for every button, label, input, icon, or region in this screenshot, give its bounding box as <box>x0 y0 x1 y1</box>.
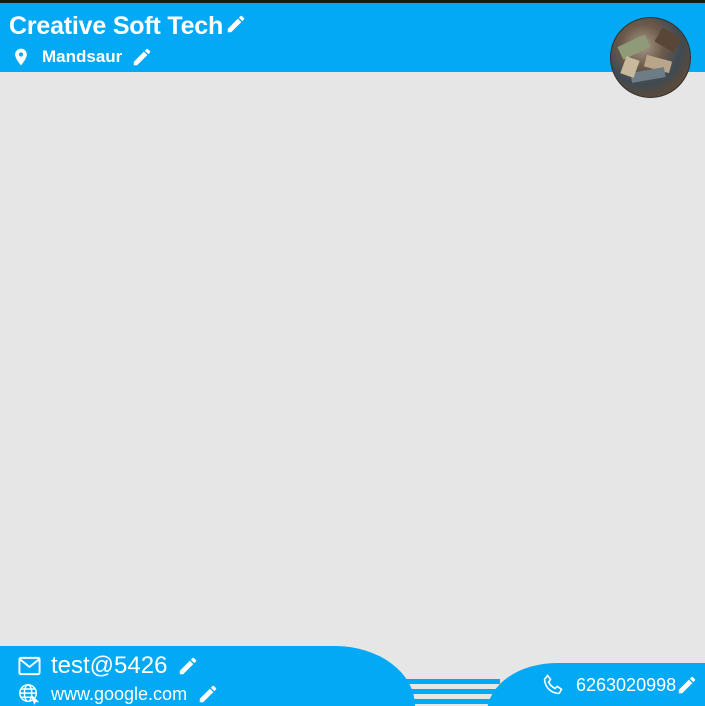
globe-icon <box>18 683 40 705</box>
location-text[interactable]: Mandsaur <box>42 46 122 68</box>
business-card-frame: Creative Soft Tech Mandsaur test@5426 ww… <box>0 0 705 706</box>
edit-title-pencil-icon[interactable] <box>225 13 247 35</box>
website-text[interactable]: www.google.com <box>51 683 187 705</box>
mail-icon <box>18 656 41 676</box>
email-row: test@5426 <box>18 652 199 680</box>
phone-icon <box>541 673 565 697</box>
phone-row: 6263020998 <box>541 673 698 697</box>
decor-stripe <box>405 699 500 704</box>
edit-email-pencil-icon[interactable] <box>177 655 199 677</box>
email-text[interactable]: test@5426 <box>51 652 167 680</box>
decor-stripe <box>405 679 500 684</box>
edit-phone-pencil-icon[interactable] <box>676 674 698 696</box>
header-bar: Creative Soft Tech Mandsaur <box>0 3 705 72</box>
title-row: Creative Soft Tech <box>9 12 247 40</box>
website-row: www.google.com <box>18 683 219 705</box>
decor-stripe <box>405 689 500 694</box>
phone-text[interactable]: 6263020998 <box>576 673 676 697</box>
edit-website-pencil-icon[interactable] <box>197 683 219 705</box>
profile-avatar[interactable] <box>610 17 691 98</box>
company-name[interactable]: Creative Soft Tech <box>9 12 223 40</box>
map-pin-icon <box>11 46 31 68</box>
location-row: Mandsaur <box>11 46 153 68</box>
edit-location-pencil-icon[interactable] <box>131 46 153 68</box>
